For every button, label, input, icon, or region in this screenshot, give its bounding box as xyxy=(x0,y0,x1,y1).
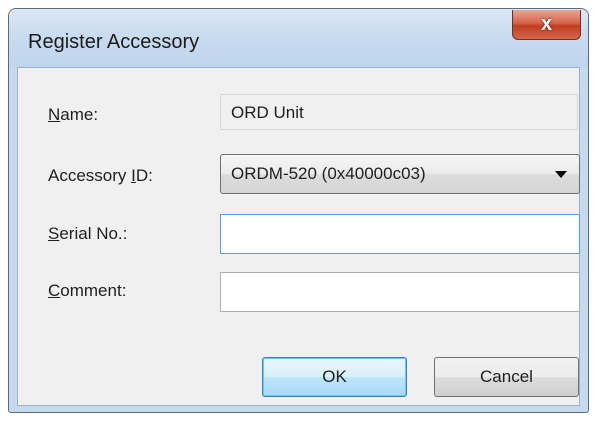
cancel-button[interactable]: Cancel xyxy=(434,357,579,397)
dialog-window: Register Accessory x Name: ORD Unit Acce… xyxy=(8,8,589,413)
chevron-down-icon xyxy=(555,171,567,178)
accessory-id-select[interactable]: ORDM-520 (0x40000c03) xyxy=(220,154,580,194)
name-label: Name: xyxy=(48,105,99,124)
serial-no-field[interactable] xyxy=(220,214,580,254)
comment-label: Comment: xyxy=(48,281,127,300)
accessory-id-label: Accessory ID: xyxy=(48,166,153,185)
close-button[interactable]: x xyxy=(512,10,581,40)
close-icon: x xyxy=(540,13,553,35)
name-field: ORD Unit xyxy=(220,94,578,130)
title-bar[interactable]: Register Accessory x xyxy=(9,9,588,67)
accessory-id-value: ORDM-520 (0x40000c03) xyxy=(231,164,426,183)
dialog-body: Name: ORD Unit Accessory ID: ORDM-520 (0… xyxy=(17,67,580,406)
ok-button[interactable]: OK xyxy=(262,357,407,397)
window-title: Register Accessory xyxy=(28,31,200,53)
comment-field[interactable] xyxy=(220,272,580,312)
serial-no-label: Serial No.: xyxy=(48,224,128,243)
